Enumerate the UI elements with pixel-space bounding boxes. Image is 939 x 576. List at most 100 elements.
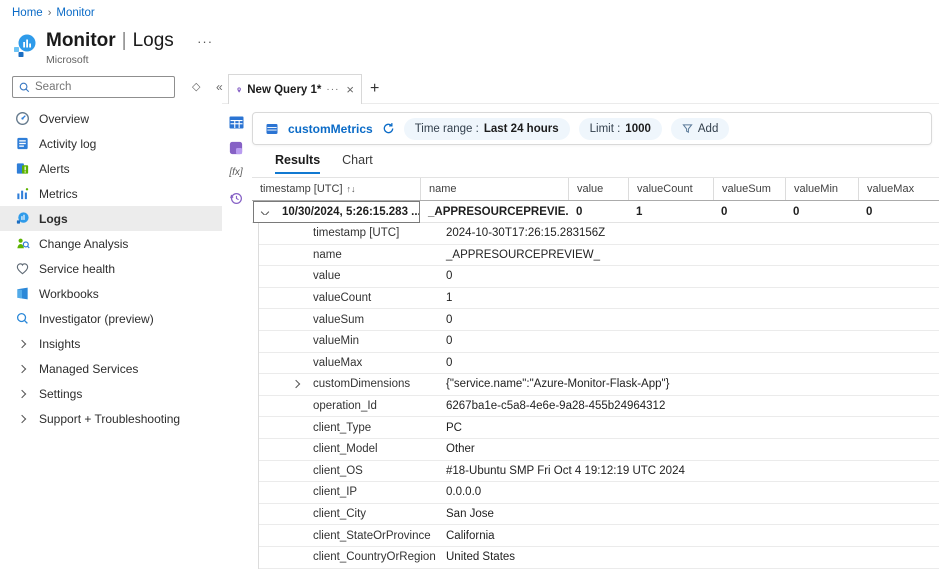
tab-new-query-1[interactable]: New Query 1* ··· × — [228, 74, 362, 104]
guide-diamond-icon[interactable]: ◇ — [192, 80, 200, 93]
column-header-name[interactable]: name — [420, 178, 568, 200]
detail-row-timestamp: timestamp [UTC] 2024-10-30T17:26:15.2831… — [259, 223, 939, 245]
query-bar: customMetrics Time range : Last 24 hours… — [252, 112, 932, 145]
sidebar-item-change-analysis[interactable]: Change Analysis — [0, 231, 222, 256]
sidebar-item-service-health[interactable]: Service health — [0, 256, 222, 281]
tables-icon[interactable] — [228, 114, 245, 131]
detail-row-client-model: client_Model Other — [259, 439, 939, 461]
table-icon — [265, 122, 279, 136]
investigator-icon — [14, 311, 30, 327]
more-options-icon[interactable]: ··· — [197, 34, 213, 49]
row-valuemax-cell: 0 — [858, 206, 939, 218]
query-table-name[interactable]: customMetrics — [288, 122, 373, 136]
chevron-right-icon — [14, 411, 30, 427]
page-title: Monitor|Logs ··· — [46, 30, 213, 52]
breadcrumb: Home › Monitor — [12, 7, 95, 19]
search-icon — [18, 81, 31, 94]
sidebar-item-metrics[interactable]: Metrics — [0, 181, 222, 206]
sidebar-nav: Overview Activity log Alerts Metrics Log… — [0, 106, 222, 431]
detail-row-client-city: client_City San Jose — [259, 504, 939, 526]
sort-icon[interactable]: ↑↓ — [347, 184, 356, 194]
table-row[interactable]: 10/30/2024, 5:26:15.283 ... _APPRESOURCE… — [252, 201, 939, 223]
column-header-valuemax[interactable]: valueMax — [858, 178, 939, 200]
result-view-tabs: Results Chart — [275, 153, 373, 174]
row-details-panel: timestamp [UTC] 2024-10-30T17:26:15.2831… — [258, 223, 939, 569]
column-header-valuecount[interactable]: valueCount — [628, 178, 713, 200]
sidebar-group-insights[interactable]: Insights — [0, 331, 222, 356]
filter-icon — [682, 123, 693, 134]
detail-row-valuemax: valueMax 0 — [259, 353, 939, 375]
column-header-valuemin[interactable]: valueMin — [785, 178, 858, 200]
tab-results[interactable]: Results — [275, 153, 320, 174]
detail-row-client-countryorregion: client_CountryOrRegion United States — [259, 547, 939, 569]
detail-row-client-stateorprovince: client_StateOrProvince California — [259, 525, 939, 547]
service-health-icon — [14, 261, 30, 277]
change-analysis-icon — [14, 236, 30, 252]
chevron-right-icon — [14, 361, 30, 377]
time-range-pill[interactable]: Time range : Last 24 hours — [404, 118, 570, 140]
detail-row-operation-id: operation_Id 6267ba1e-c5a8-4e6e-9a28-455… — [259, 396, 939, 418]
add-filter-pill[interactable]: Add — [671, 118, 729, 140]
alerts-icon — [14, 161, 30, 177]
detail-row-valuemin: valueMin 0 — [259, 331, 939, 353]
row-timestamp-cell: 10/30/2024, 5:26:15.283 ... — [278, 206, 420, 218]
kql-pin-icon — [236, 84, 242, 96]
detail-row-valuesum: valueSum 0 — [259, 309, 939, 331]
metrics-icon — [14, 186, 30, 202]
sidebar-item-workbooks[interactable]: Workbooks — [0, 281, 222, 306]
monitor-logo-icon — [12, 33, 38, 59]
expand-customdimensions-icon[interactable] — [292, 380, 300, 388]
chevron-right-icon — [14, 336, 30, 352]
tab-close-icon[interactable]: × — [346, 82, 354, 97]
detail-row-client-ip: client_IP 0.0.0.0 — [259, 482, 939, 504]
row-valuesum-cell: 0 — [713, 206, 785, 218]
detail-row-valuecount: valueCount 1 — [259, 288, 939, 310]
breadcrumb-separator: › — [48, 7, 52, 19]
sidebar-group-managed-services[interactable]: Managed Services — [0, 356, 222, 381]
azure-monitor-logs-page: Home › Monitor Monitor|Logs ··· Microsoft — [0, 0, 939, 576]
sidebar-item-alerts[interactable]: Alerts — [0, 156, 222, 181]
detail-row-client-type: client_Type PC — [259, 417, 939, 439]
column-header-valuesum[interactable]: valueSum — [713, 178, 785, 200]
sidebar-item-activity-log[interactable]: Activity log — [0, 131, 222, 156]
sidebar-group-support-troubleshooting[interactable]: Support + Troubleshooting — [0, 406, 222, 431]
query-history-icon[interactable] — [228, 189, 245, 206]
sidebar-search-row: ◇ « — [12, 76, 222, 98]
page-header: Monitor|Logs ··· Microsoft — [12, 30, 213, 66]
search-input[interactable] — [35, 77, 173, 97]
column-header-timestamp[interactable]: timestamp [UTC] ↑↓ — [252, 178, 420, 200]
functions-icon[interactable]: [fx] — [228, 164, 245, 181]
sidebar-item-overview[interactable]: Overview — [0, 106, 222, 131]
row-value-cell: 0 — [568, 206, 628, 218]
detail-row-value: value 0 — [259, 266, 939, 288]
detail-row-client-os: client_OS #18-Ubuntu SMP Fri Oct 4 19:12… — [259, 461, 939, 483]
sidebar-item-logs[interactable]: Logs — [0, 206, 222, 231]
page-subtitle: Microsoft — [46, 54, 213, 66]
breadcrumb-home[interactable]: Home — [12, 7, 43, 19]
queries-icon[interactable] — [228, 139, 245, 156]
grid-header-row: timestamp [UTC] ↑↓ name value valueCount… — [252, 177, 939, 201]
breadcrumb-monitor[interactable]: Monitor — [56, 7, 94, 19]
schema-icon-strip: [fx] — [226, 114, 246, 206]
collapse-sidebar-icon[interactable]: « — [216, 80, 223, 94]
results-grid: timestamp [UTC] ↑↓ name value valueCount… — [252, 177, 939, 569]
row-valuecount-cell: 1 — [628, 206, 713, 218]
overview-icon — [14, 111, 30, 127]
activity-log-icon — [14, 136, 30, 152]
new-tab-button[interactable]: + — [370, 80, 379, 98]
row-valuemin-cell: 0 — [785, 206, 858, 218]
row-collapse-icon[interactable] — [252, 209, 278, 215]
tab-more-icon[interactable]: ··· — [326, 84, 339, 95]
refresh-icon[interactable] — [382, 122, 395, 135]
detail-row-name: name _APPRESOURCEPREVIEW_ — [259, 245, 939, 267]
limit-pill[interactable]: Limit : 1000 — [579, 118, 662, 140]
workbooks-icon — [14, 286, 30, 302]
chevron-right-icon — [14, 386, 30, 402]
tab-chart[interactable]: Chart — [342, 153, 373, 174]
row-name-cell: _APPRESOURCEPREVIE... — [420, 206, 568, 218]
sidebar-group-settings[interactable]: Settings — [0, 381, 222, 406]
detail-row-customdimensions: customDimensions {"service.name":"Azure-… — [259, 374, 939, 396]
column-header-value[interactable]: value — [568, 178, 628, 200]
sidebar-item-investigator[interactable]: Investigator (preview) — [0, 306, 222, 331]
search-input-wrapper — [12, 76, 175, 98]
